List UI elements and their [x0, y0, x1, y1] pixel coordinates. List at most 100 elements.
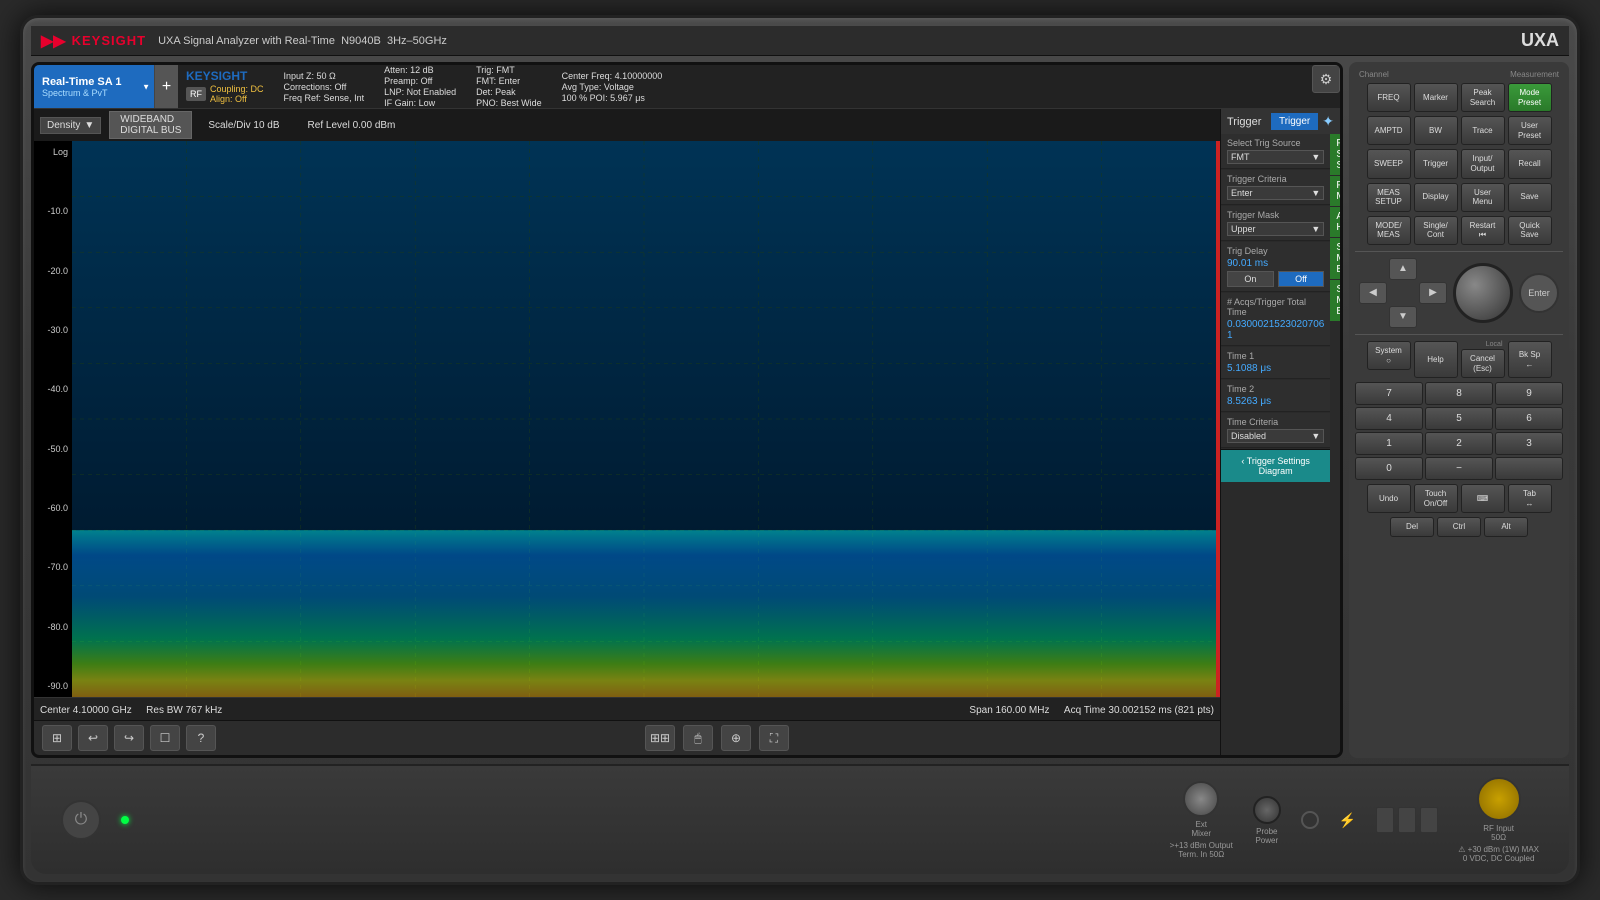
peak-search-button[interactable]: PeakSearch [1461, 83, 1505, 112]
stream-mark-bit1-button[interactable]: StreamMark Bit 1 [1330, 238, 1340, 279]
screen-panel: Real-Time SA 1 Spectrum & PvT ▼ + KEYSIG… [31, 62, 1343, 758]
nav-down-button[interactable]: ▼ [1389, 306, 1417, 328]
keysight-logo: ▶▶ KEYSIGHT [41, 31, 146, 51]
backspace-button[interactable]: Bk Sp← [1508, 341, 1552, 378]
single-cont-button[interactable]: Single/Cont [1414, 216, 1458, 245]
save-button[interactable]: Save [1508, 183, 1552, 212]
marker-button[interactable]: ⊕ [721, 725, 751, 751]
num-6-button[interactable]: 6 [1495, 407, 1563, 430]
time1-value: 5.1088 μs [1227, 363, 1324, 374]
num-8-button[interactable]: 8 [1425, 382, 1493, 405]
user-preset-button[interactable]: UserPreset [1508, 116, 1552, 145]
help-button[interactable]: ? [186, 725, 216, 751]
redo-button[interactable]: ↪ [114, 725, 144, 751]
touch-on-off-button[interactable]: TouchOn/Off [1414, 484, 1458, 513]
rotary-knob[interactable] [1453, 263, 1513, 323]
hw-row-4: MEASSETUP Display UserMenu Save [1355, 183, 1563, 212]
num-5-button[interactable]: 5 [1425, 407, 1493, 430]
trig-mask-item: Trigger Mask Upper▼ [1221, 206, 1330, 241]
usb-port-3[interactable] [1420, 807, 1438, 833]
num-minus-button[interactable]: − [1425, 457, 1493, 480]
tab-button[interactable]: Tab↔ [1508, 484, 1552, 513]
settings-gear-button[interactable]: ⚙ [1312, 65, 1340, 93]
num-1-button[interactable]: 1 [1355, 432, 1423, 455]
periodic-sync-button[interactable]: PeriodicSync Src [1330, 134, 1340, 175]
num-3-button[interactable]: 3 [1495, 432, 1563, 455]
display-button[interactable]: Display [1414, 183, 1458, 212]
freq-ref-info: Freq Ref: Sense, Int [284, 93, 365, 103]
del-button[interactable]: Del [1390, 517, 1434, 537]
cursor-button[interactable]: 🖱 [683, 725, 713, 751]
scale-div-label: Scale/Div 10 dB [208, 120, 279, 131]
marker-button[interactable]: Marker [1414, 83, 1458, 112]
trig-source-dropdown[interactable]: FMT▼ [1227, 150, 1324, 164]
density-selector[interactable]: Density ▼ [40, 117, 101, 134]
user-menu-button[interactable]: UserMenu [1461, 183, 1505, 212]
help-hw-button[interactable]: Help [1414, 341, 1458, 378]
y-label-7: -70.0 [36, 562, 70, 572]
trig-delay-label: Trig Delay [1227, 246, 1324, 256]
sweep-button[interactable]: SWEEP [1367, 149, 1411, 178]
num-empty-button[interactable] [1495, 457, 1563, 480]
trigger-menu: Select Trig Source FMT▼ Trigger Criteria [1221, 134, 1330, 755]
y-label-8: -80.0 [36, 622, 70, 632]
trig-mask-dropdown[interactable]: Upper▼ [1227, 222, 1324, 236]
zoom-button[interactable]: ⛶ [759, 725, 789, 751]
model-text: UXA Signal Analyzer with Real-Time N9040… [158, 35, 447, 47]
nav-up-button[interactable]: ▲ [1389, 258, 1417, 280]
num-2-button[interactable]: 2 [1425, 432, 1493, 455]
num-7-button[interactable]: 7 [1355, 382, 1423, 405]
num-4-button[interactable]: 4 [1355, 407, 1423, 430]
system-button[interactable]: System○ [1367, 341, 1411, 370]
alt-button[interactable]: Alt [1484, 517, 1528, 537]
usb-port-1[interactable] [1376, 807, 1394, 833]
usb-port-2[interactable] [1398, 807, 1416, 833]
num-0-button[interactable]: 0 [1355, 457, 1423, 480]
keyboard-button[interactable]: ⌨ [1461, 484, 1505, 513]
mode-preset-button[interactable]: ModePreset [1508, 83, 1552, 112]
freq-button[interactable]: FREQ [1367, 83, 1411, 112]
info-col-4: Center Freq: 4.10000000 Avg Type: Voltag… [562, 71, 663, 103]
meas-tab[interactable]: Real-Time SA 1 Spectrum & PvT ▼ [34, 65, 154, 108]
time-criteria-dropdown[interactable]: Disabled▼ [1227, 429, 1324, 443]
recall-button[interactable]: Recall [1508, 149, 1552, 178]
red-level-bar [1216, 141, 1220, 697]
enter-button[interactable]: Enter [1519, 273, 1559, 313]
trig-delay-on-button[interactable]: On [1227, 271, 1274, 287]
y-label-9: -90.0 [36, 681, 70, 691]
num-9-button[interactable]: 9 [1495, 382, 1563, 405]
stream-mark-bit2-button[interactable]: StreamMark Bit 2 [1330, 280, 1340, 321]
nav-left-button[interactable]: ◀ [1359, 282, 1387, 304]
spectrum-top-bar: Density ▼ WIDEBAND DIGITAL BUS Scale/Div… [34, 109, 1220, 141]
fmt-mask-button[interactable]: FMT Mask [1330, 176, 1340, 206]
grid-view-button[interactable]: ⊞⊞ [645, 725, 675, 751]
cancel-esc-button[interactable]: Cancel(Esc) [1461, 349, 1505, 378]
nav-right-button[interactable]: ▶ [1419, 282, 1447, 304]
undo-hw-button[interactable]: Undo [1367, 484, 1411, 513]
trig-info: Trig: FMT [476, 65, 542, 75]
trigger-panel-button[interactable]: Trigger [1271, 113, 1318, 130]
quick-save-button[interactable]: QuickSave [1508, 216, 1552, 245]
undo-button[interactable]: ↩ [78, 725, 108, 751]
input-output-button[interactable]: Input/Output [1461, 149, 1505, 178]
power-button[interactable]: ⏻ [61, 800, 101, 840]
trig-criteria-dropdown[interactable]: Enter▼ [1227, 186, 1324, 200]
add-meas-button[interactable]: + [154, 65, 178, 108]
trigger-hw-button[interactable]: Trigger [1414, 149, 1458, 178]
corrections-info: Corrections: Off [284, 82, 365, 92]
hw-row-1: FREQ Marker PeakSearch ModePreset [1355, 83, 1563, 112]
amptd-button[interactable]: AMPTD [1367, 116, 1411, 145]
trig-delay-off-button[interactable]: Off [1278, 271, 1325, 287]
meas-setup-button[interactable]: MEASSETUP [1367, 183, 1411, 212]
bw-button[interactable]: BW [1414, 116, 1458, 145]
meas-tab-arrow-icon: ▼ [142, 82, 150, 91]
trigger-diagram-button[interactable]: ‹ Trigger SettingsDiagram [1221, 449, 1330, 482]
windows-button[interactable]: ⊞ [42, 725, 72, 751]
mode-meas-button[interactable]: MODE/MEAS [1367, 216, 1411, 245]
fullscreen-button[interactable]: ☐ [150, 725, 180, 751]
auto-holdoff-button[interactable]: Auto/Holdoff [1330, 207, 1340, 237]
trace-button[interactable]: Trace [1461, 116, 1505, 145]
restart-button[interactable]: Restart⏮ [1461, 216, 1505, 245]
ctrl-button[interactable]: Ctrl [1437, 517, 1481, 537]
time-criteria-item: Time Criteria Disabled▼ [1221, 413, 1330, 448]
